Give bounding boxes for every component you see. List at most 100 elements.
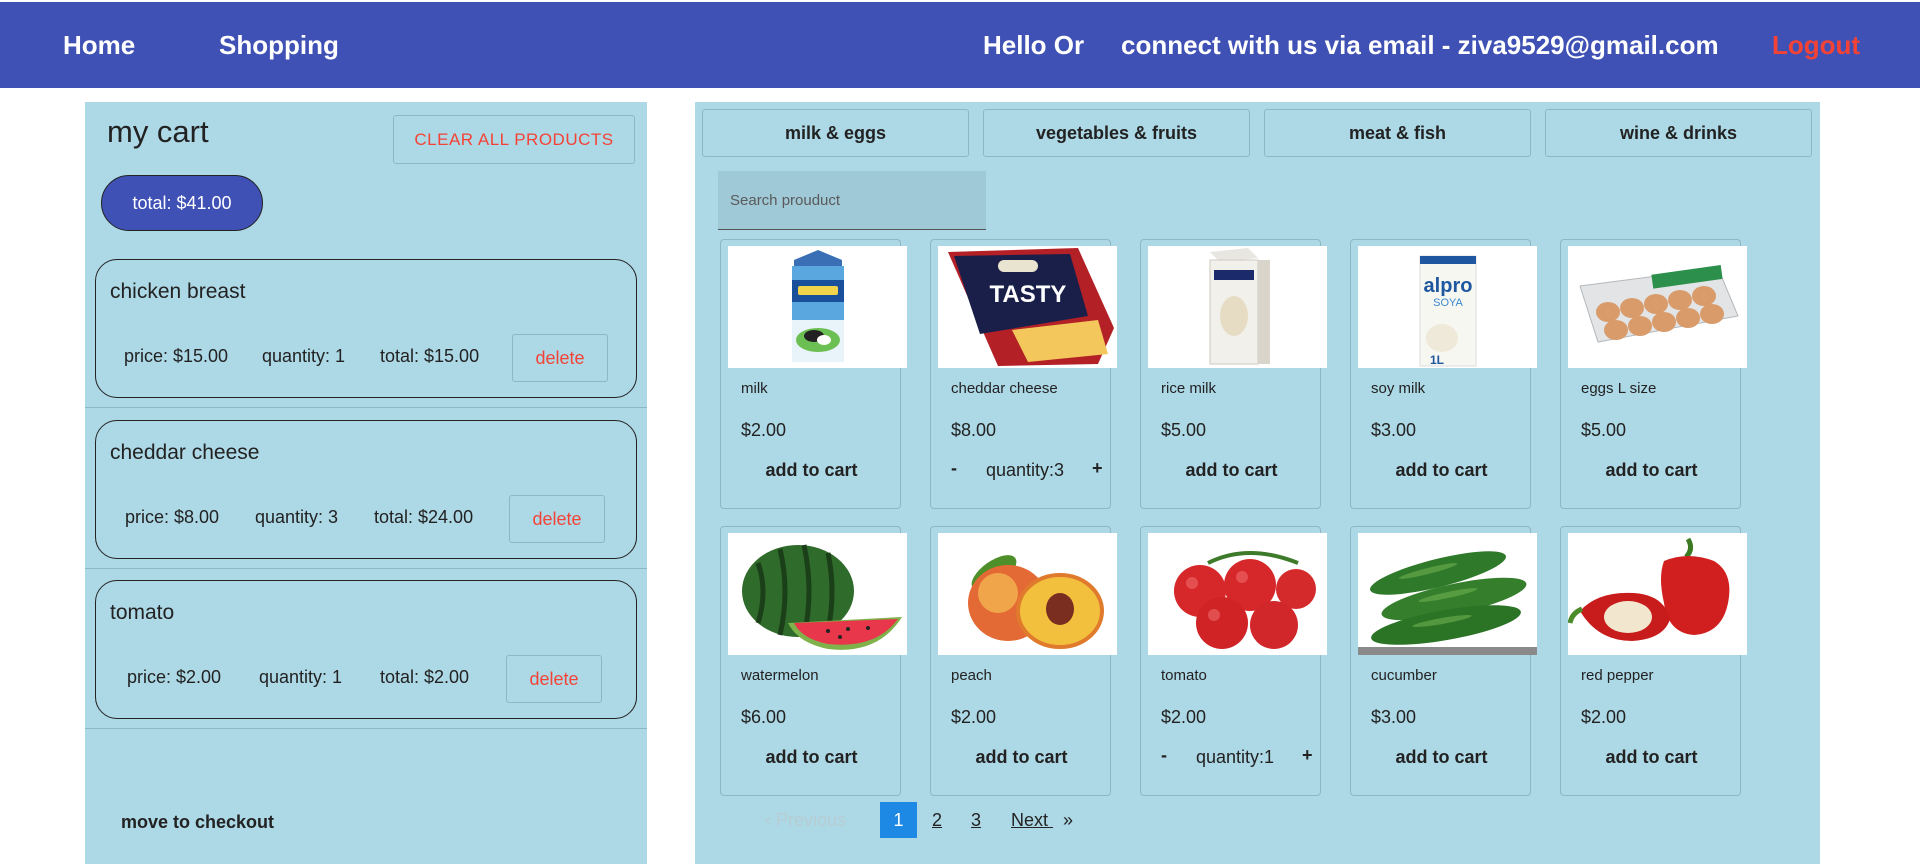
product-name: peach bbox=[951, 667, 992, 684]
product-card: TASTY cheddar cheese $8.00 - quantity:3 … bbox=[930, 239, 1117, 509]
cart-item-delete-button[interactable]: delete bbox=[509, 495, 605, 543]
product-price: $2.00 bbox=[1161, 707, 1207, 727]
add-to-cart-button[interactable]: add to cart bbox=[721, 747, 902, 768]
user-greeting: Hello Or bbox=[983, 30, 1085, 60]
product-name: watermelon bbox=[741, 667, 819, 684]
cart-item-price: price: $8.00 bbox=[125, 507, 220, 527]
cart-item-total: total: $15.00 bbox=[380, 346, 480, 366]
product-card: red pepper $2.00 add to cart bbox=[1560, 526, 1747, 796]
product-card: milk $2.00 add to cart bbox=[720, 239, 907, 509]
svg-text:1L: 1L bbox=[1430, 353, 1444, 367]
pagination-next[interactable]: Next » bbox=[1011, 810, 1073, 831]
product-price: $2.00 bbox=[951, 707, 997, 727]
milk-carton-image[interactable] bbox=[728, 246, 907, 368]
nav-shopping-link[interactable]: Shopping bbox=[219, 2, 339, 88]
cart-item: tomato price: $2.00 quantity: 1 total: $… bbox=[95, 580, 637, 719]
top-navbar: Home Shopping Hello Or connect with us v… bbox=[0, 2, 1920, 88]
contact-email-text: connect with us via email - ziva9529@gma… bbox=[1121, 30, 1719, 60]
divider bbox=[85, 728, 647, 729]
product-price: $6.00 bbox=[741, 707, 787, 727]
product-price: $8.00 bbox=[951, 420, 997, 440]
cart-panel: my cart CLEAR ALL PRODUCTS total: $41.00… bbox=[85, 102, 647, 864]
product-price: $3.00 bbox=[1371, 707, 1417, 727]
add-to-cart-button[interactable]: add to cart bbox=[721, 460, 902, 481]
divider bbox=[85, 568, 647, 569]
svg-text:alpro: alpro bbox=[1424, 275, 1473, 297]
cart-item-price: price: $2.00 bbox=[127, 667, 222, 687]
add-to-cart-button[interactable]: add to cart bbox=[1561, 460, 1742, 481]
cart-item-name: cheddar cheese bbox=[110, 441, 260, 464]
category-tab-meat-fish[interactable]: meat & fish bbox=[1264, 109, 1531, 157]
product-name: cheddar cheese bbox=[951, 380, 1058, 397]
clear-all-products-button[interactable]: CLEAR ALL PRODUCTS bbox=[393, 115, 635, 164]
shop-panel: milk & eggs vegetables & fruits meat & f… bbox=[695, 102, 1820, 864]
cart-item-name: tomato bbox=[110, 601, 175, 624]
cart-item-total: total: $24.00 bbox=[374, 507, 474, 527]
divider bbox=[85, 407, 647, 408]
move-to-checkout-link[interactable]: move to checkout bbox=[121, 812, 274, 833]
product-card: peach $2.00 add to cart bbox=[930, 526, 1117, 796]
product-price: $2.00 bbox=[1581, 707, 1627, 727]
product-name: red pepper bbox=[1581, 667, 1654, 684]
product-name: tomato bbox=[1161, 667, 1207, 684]
product-card: watermelon $6.00 add to cart bbox=[720, 526, 907, 796]
product-quantity: quantity:3 bbox=[986, 460, 1065, 480]
decrease-quantity-button[interactable]: - bbox=[1161, 745, 1167, 766]
cart-item: cheddar cheese price: $8.00 quantity: 3 … bbox=[95, 420, 637, 559]
cheddar-cheese-pack-image[interactable]: TASTY bbox=[938, 246, 1117, 368]
product-card: alpro SOYA 1L soy milk $3.00 add to cart bbox=[1350, 239, 1537, 509]
product-name: milk bbox=[741, 380, 768, 397]
pagination-page-1[interactable]: 1 bbox=[880, 802, 917, 838]
cart-item: chicken breast price: $15.00 quantity: 1… bbox=[95, 259, 637, 398]
search-product-input[interactable] bbox=[718, 171, 986, 230]
logout-link[interactable]: Logout bbox=[1772, 2, 1860, 88]
product-name: soy milk bbox=[1371, 380, 1426, 397]
product-card: cucumber $3.00 add to cart bbox=[1350, 526, 1537, 796]
category-tab-vegetables-fruits[interactable]: vegetables & fruits bbox=[983, 109, 1250, 157]
peach-image[interactable] bbox=[938, 533, 1117, 655]
add-to-cart-button[interactable]: add to cart bbox=[1561, 747, 1742, 768]
chevron-right-double-icon: » bbox=[1063, 810, 1074, 830]
nav-home-link[interactable]: Home bbox=[63, 2, 135, 88]
increase-quantity-button[interactable]: + bbox=[1302, 745, 1313, 766]
svg-text:SOYA: SOYA bbox=[1433, 297, 1463, 309]
pagination-page-3[interactable]: 3 bbox=[971, 810, 981, 831]
cart-item-delete-button[interactable]: delete bbox=[506, 655, 602, 703]
soy-milk-carton-image[interactable]: alpro SOYA 1L bbox=[1358, 246, 1537, 368]
cart-title: my cart bbox=[107, 114, 209, 149]
tomato-image[interactable] bbox=[1148, 533, 1327, 655]
cart-item-name: chicken breast bbox=[110, 280, 246, 303]
product-price: $2.00 bbox=[741, 420, 787, 440]
add-to-cart-button[interactable]: add to cart bbox=[931, 747, 1112, 768]
product-card: eggs L size $5.00 add to cart bbox=[1560, 239, 1747, 509]
category-tab-wine-drinks[interactable]: wine & drinks bbox=[1545, 109, 1812, 157]
product-quantity: quantity:1 bbox=[1196, 747, 1275, 767]
product-name: rice milk bbox=[1161, 380, 1216, 397]
increase-quantity-button[interactable]: + bbox=[1092, 458, 1103, 479]
rice-milk-carton-image[interactable] bbox=[1148, 246, 1327, 368]
product-name: eggs L size bbox=[1581, 380, 1657, 397]
add-to-cart-button[interactable]: add to cart bbox=[1351, 747, 1532, 768]
product-name: cucumber bbox=[1371, 667, 1437, 684]
category-tab-milk-eggs[interactable]: milk & eggs bbox=[702, 109, 969, 157]
add-to-cart-button[interactable]: add to cart bbox=[1141, 460, 1322, 481]
add-to-cart-button[interactable]: add to cart bbox=[1351, 460, 1532, 481]
cart-item-quantity: quantity: 1 bbox=[259, 667, 343, 687]
pagination-page-2[interactable]: 2 bbox=[932, 810, 942, 831]
pagination-next-label: Next bbox=[1011, 810, 1049, 830]
product-price: $5.00 bbox=[1581, 420, 1627, 440]
egg-carton-image[interactable] bbox=[1568, 246, 1747, 368]
cart-item-quantity: quantity: 3 bbox=[255, 507, 339, 527]
cart-item-price: price: $15.00 bbox=[124, 346, 229, 366]
watermelon-image[interactable] bbox=[728, 533, 907, 655]
svg-text:TASTY: TASTY bbox=[990, 281, 1067, 308]
red-pepper-image[interactable] bbox=[1568, 533, 1747, 655]
cart-item-delete-button[interactable]: delete bbox=[512, 334, 608, 382]
product-price: $5.00 bbox=[1161, 420, 1207, 440]
pagination-previous: ‹ Previous bbox=[765, 810, 847, 830]
product-card: rice milk $5.00 add to cart bbox=[1140, 239, 1327, 509]
cart-total-badge: total: $41.00 bbox=[101, 175, 263, 231]
cucumber-image[interactable] bbox=[1358, 533, 1537, 655]
product-card: tomato $2.00 - quantity:1 + bbox=[1140, 526, 1327, 796]
decrease-quantity-button[interactable]: - bbox=[951, 458, 957, 479]
